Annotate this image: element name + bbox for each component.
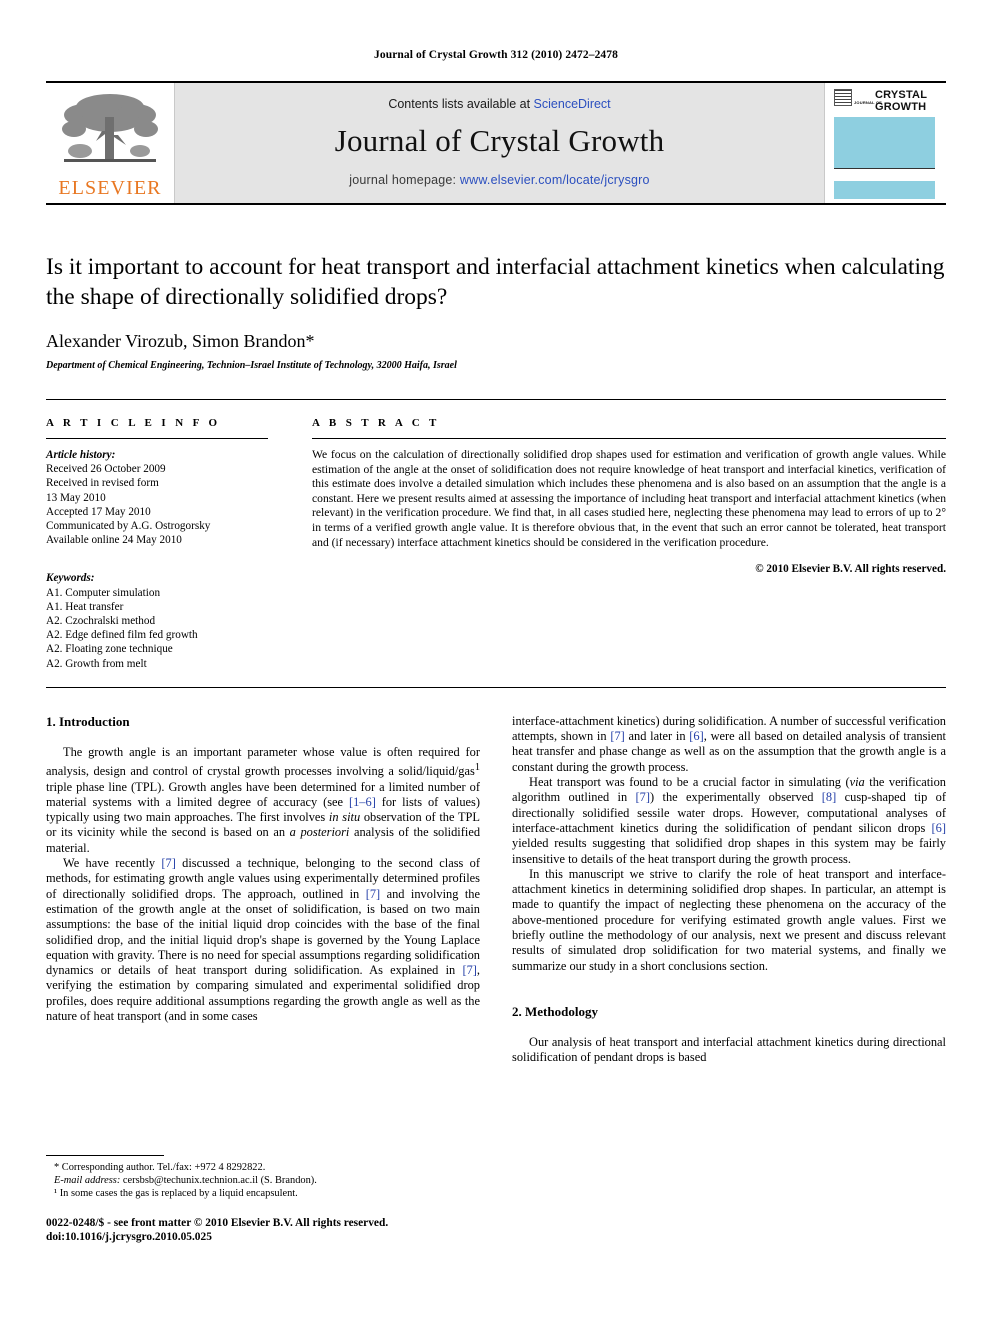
cover-title: CRYSTAL GROWTH [875,89,928,113]
keyword-item: A2. Czochralski method [46,615,156,628]
footnote-block: * Corresponding author. Tel./fax: +972 4… [46,1155,480,1201]
citation-link[interactable]: [6] [932,821,946,835]
article-info-rule [46,438,268,439]
body-column-left: 1. Introduction The growth angle is an i… [46,714,480,1066]
keyword-item: A1. Heat transfer [46,600,124,613]
article-info-label: A R T I C L E I N F O [46,417,221,429]
sciencedirect-link[interactable]: ScienceDirect [534,97,611,111]
cover-image-band-upper [834,117,935,169]
cover-publisher-icon [834,89,852,106]
citation-link[interactable]: [7] [462,963,476,977]
abstract-column: A B S T R A C T We focus on the calculat… [292,417,946,671]
keyword-item: A2. Edge defined film fed growth [46,629,198,642]
body-column-right: interface-attachment kinetics) during so… [512,714,946,1066]
citation-link[interactable]: [6] [689,729,703,743]
article-title: Is it important to account for heat tran… [46,254,945,310]
issn-copyright-line: 0022-0248/$ - see front matter © 2010 El… [46,1217,389,1229]
keywords-block: Keywords: A1. Computer simulation A1. He… [46,571,268,670]
title-block: Is it important to account for heat tran… [46,252,946,371]
paragraph: Heat transport was found to be a crucial… [512,775,947,866]
homepage-link[interactable]: www.elsevier.com/locate/jcrysgro [460,173,650,187]
history-item: Accepted 17 May 2010 [46,505,151,518]
article-history: Article history: Received 26 October 200… [46,448,268,547]
journal-cover-thumbnail: JOURNAL OF CRYSTAL GROWTH [824,83,946,203]
elsevier-logo: ELSEVIER [46,83,175,203]
abstract-rule [312,438,946,439]
cover-title-line1: CRYSTAL [875,89,928,101]
keyword-item: A2. Floating zone technique [46,643,173,656]
cover-title-line2: GROWTH [875,100,927,113]
footnote-email: E-mail address: cersbsb@techunix.technio… [46,1174,480,1187]
heading-introduction: 1. Introduction [46,713,130,729]
running-head: Journal of Crystal Growth 312 (2010) 247… [374,49,618,61]
history-item: Received 26 October 2009 [46,463,166,476]
abstract-copyright: © 2010 Elsevier B.V. All rights reserved… [755,563,946,576]
paragraph: In this manuscript we strive to clarify … [512,866,946,973]
journal-masthead: ELSEVIER Contents lists available at Sci… [46,81,946,205]
cover-image-band-lower [834,181,935,199]
info-abstract-bottom-rule [46,686,946,688]
elsevier-tree-icon [62,94,158,162]
keywords-heading: Keywords: [46,572,95,585]
abstract-label: A B S T R A C T [312,417,440,429]
article-page: Journal of Crystal Growth 312 (2010) 247… [0,0,992,1323]
paragraph: interface-attachment kinetics) during so… [512,713,946,774]
contents-prefix: Contents lists available at [388,97,534,111]
citation-link[interactable]: [1–6] [349,795,376,809]
paragraph: We have recently [7] discussed a techniq… [46,856,480,1024]
article-info-column: A R T I C L E I N F O Article history: R… [46,417,292,671]
footnote-corresponding-author: * Corresponding author. Tel./fax: +972 4… [54,1162,266,1173]
abstract-text: We focus on the calculation of direction… [312,448,946,549]
paragraph: Our analysis of heat transport and inter… [512,1034,946,1065]
history-item: 13 May 2010 [46,491,106,504]
journal-banner: Contents lists available at ScienceDirec… [175,83,824,203]
footnote-separator [46,1155,164,1156]
bottom-matter: 0022-0248/$ - see front matter © 2010 El… [46,1216,546,1244]
citation-link[interactable]: [7] [636,790,650,804]
heading-methodology: 2. Methodology [512,1003,598,1019]
body-columns: 1. Introduction The growth angle is an i… [46,714,946,1066]
history-item: Communicated by A.G. Ostrogorsky [46,520,211,533]
homepage-prefix: journal homepage: [349,173,460,187]
author-list: Alexander Virozub, Simon Brandon* [46,331,315,351]
citation-link[interactable]: [8] [822,790,836,804]
info-abstract-block: A R T I C L E I N F O Article history: R… [46,399,946,671]
doi-line[interactable]: doi:10.1016/j.jcrysgro.2010.05.025 [46,1230,546,1244]
history-item: Available online 24 May 2010 [46,534,182,547]
citation-link[interactable]: [7] [366,887,380,901]
footnote-note-1: ¹ In some cases the gas is replaced by a… [54,1188,298,1200]
history-item: Received in revised form [46,477,159,490]
paragraph: The growth angle is an important paramet… [46,744,481,855]
elsevier-wordmark: ELSEVIER [58,177,162,199]
citation-link[interactable]: [7] [161,856,175,870]
email-label: E-mail address: [54,1175,121,1187]
article-history-heading: Article history: [46,449,116,461]
journal-title: Journal of Crystal Growth [334,123,665,158]
contents-available-line: Contents lists available at ScienceDirec… [388,97,610,111]
email-value[interactable]: cersbsb@techunix.technion.ac.il (S. Bran… [123,1175,317,1186]
keyword-item: A2. Growth from melt [46,657,147,670]
keyword-item: A1. Computer simulation [46,586,161,599]
journal-homepage-line: journal homepage: www.elsevier.com/locat… [349,173,649,187]
citation-link[interactable]: [7] [610,729,624,743]
affiliation: Department of Chemical Engineering, Tech… [46,360,457,371]
